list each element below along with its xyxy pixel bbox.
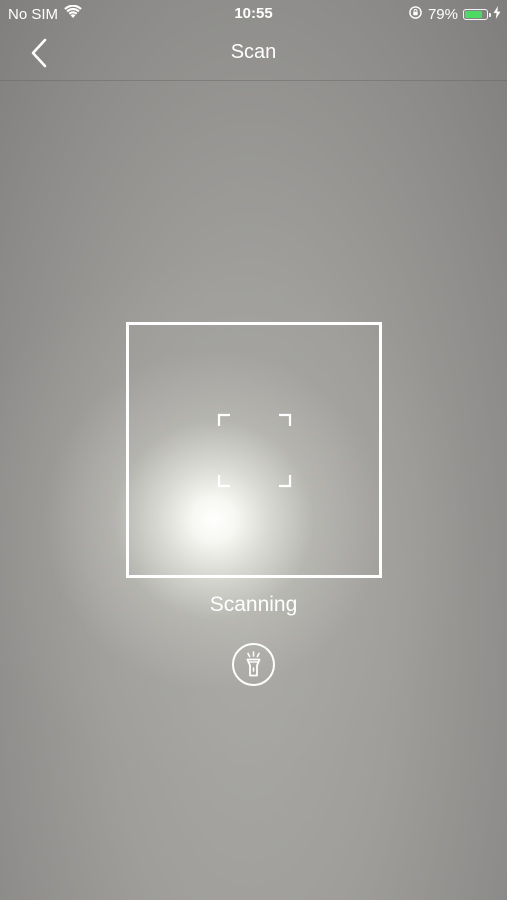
focus-corners-icon	[217, 413, 292, 488]
scanning-status: Scanning	[209, 593, 298, 616]
battery-icon	[463, 9, 491, 20]
battery-cap	[489, 13, 491, 17]
charging-bolt-icon	[493, 6, 501, 23]
flashlight-button[interactable]	[231, 642, 276, 687]
battery-percent: 79%	[427, 6, 458, 23]
orientation-lock-icon	[408, 5, 423, 24]
status-right: 79%	[408, 5, 501, 24]
status-bar: No SIM 10:55 79%	[0, 0, 507, 28]
navigation-bar: Scan	[0, 28, 507, 81]
battery-fill	[465, 11, 482, 18]
flashlight-icon	[232, 643, 275, 686]
page-title: Scan	[230, 41, 277, 63]
